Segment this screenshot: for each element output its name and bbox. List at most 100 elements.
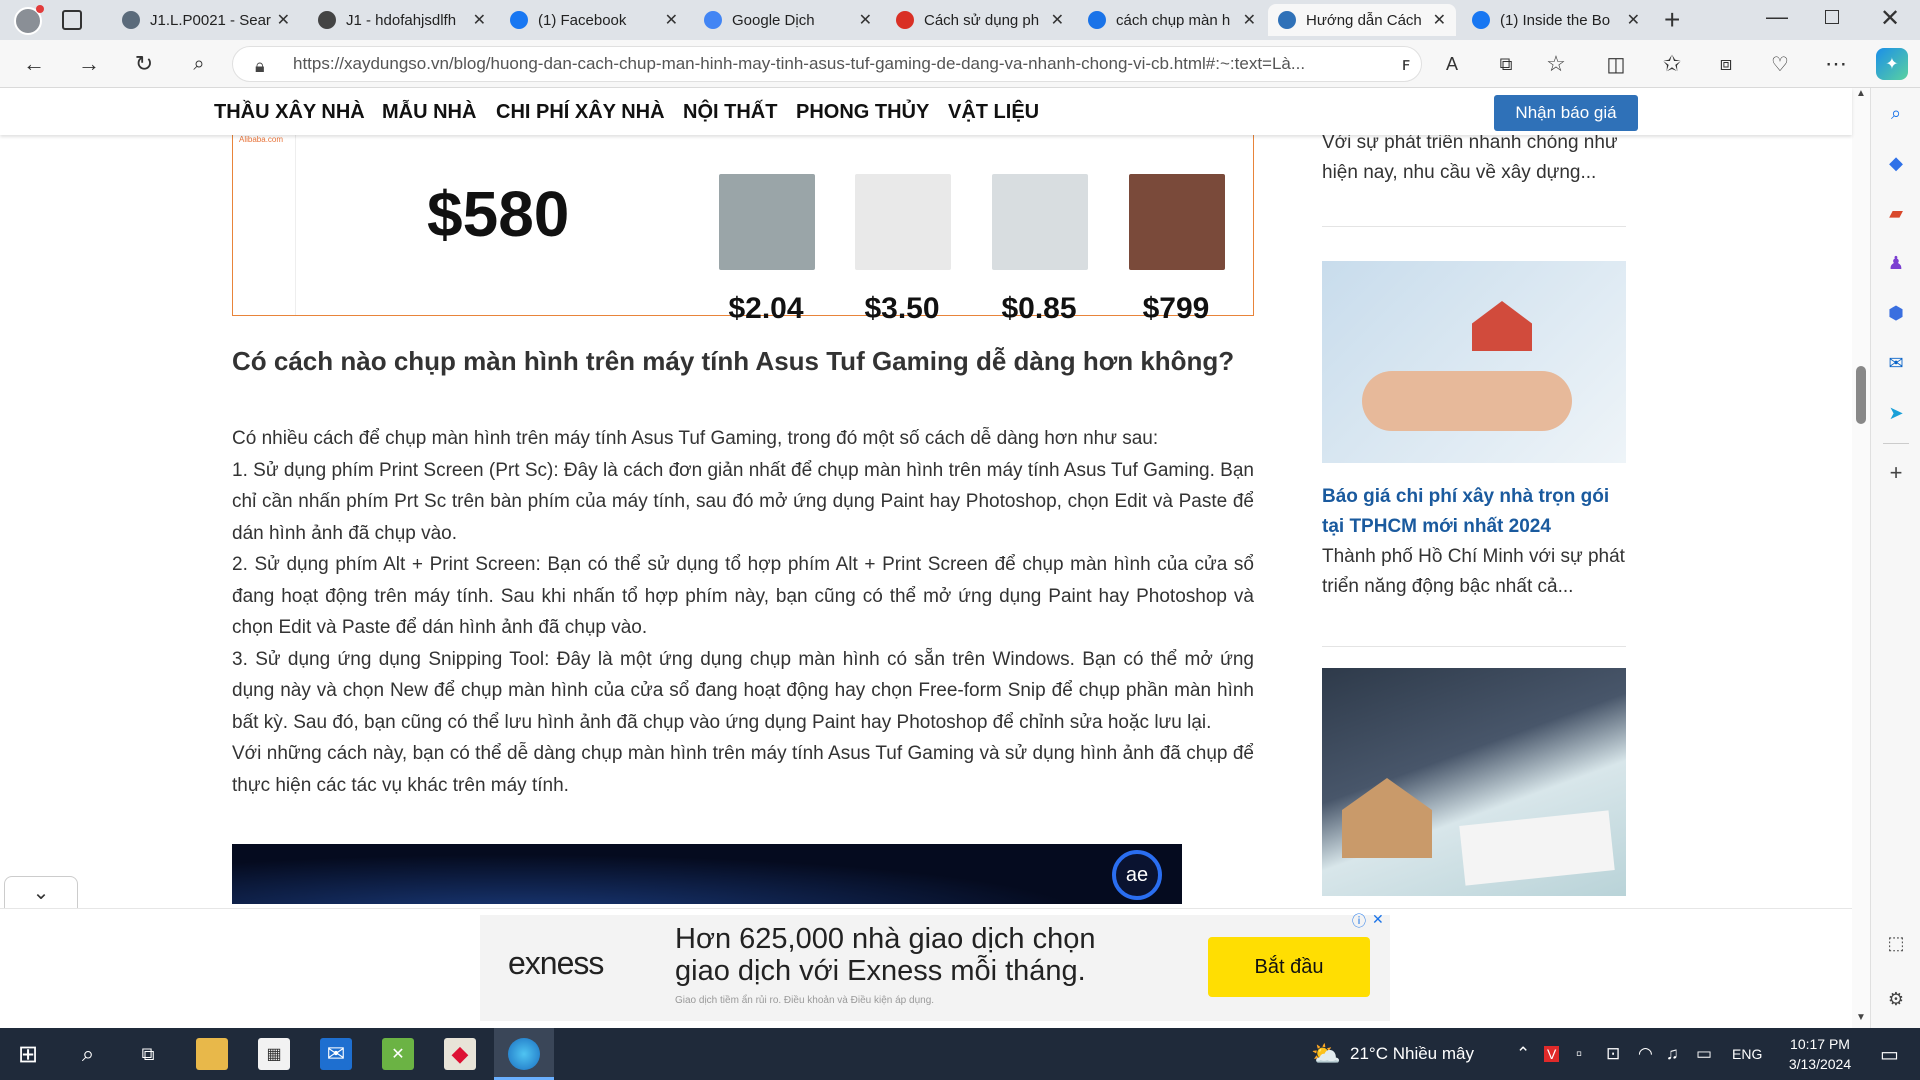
lock-icon[interactable]: 🔒︎	[255, 56, 265, 77]
browser-tab[interactable]: Hướng dẫn Cách ✕	[1268, 4, 1456, 36]
browser-tab[interactable]: cách chụp màn h ✕	[1078, 4, 1266, 36]
copilot-icon[interactable]: ✦	[1876, 48, 1908, 80]
page-scrollbar[interactable]: ▲ ▼	[1852, 88, 1870, 1028]
send-icon[interactable]: ➤	[1883, 400, 1909, 426]
volume-icon[interactable]: ♫	[1666, 1044, 1679, 1064]
immersive-reader-icon[interactable]: A	[1436, 48, 1468, 80]
cube-app-icon[interactable]: ◆	[444, 1038, 476, 1070]
tab-actions-icon[interactable]	[62, 10, 82, 30]
scrollbar-thumb[interactable]	[1856, 366, 1866, 424]
ad-product-image[interactable]	[855, 174, 951, 270]
close-tab-icon[interactable]: ✕	[277, 10, 290, 30]
site-menu-item[interactable]: CHI PHÍ XÂY NHÀ	[496, 101, 665, 124]
restore-button[interactable]	[1825, 10, 1839, 24]
ad-close-icon[interactable]: ✕	[1372, 911, 1384, 928]
add-sidebar-icon[interactable]: +	[1883, 460, 1909, 486]
video-player[interactable]: ae	[232, 844, 1182, 904]
ad-headline: Hơn 625,000 nhà giao dịch chọn giao dịch…	[675, 923, 1096, 987]
browser-tab[interactable]: Google Dịch ✕	[694, 4, 882, 36]
search-icon[interactable]: ⌕	[1883, 100, 1909, 126]
screenshot-icon[interactable]: ⬚	[1883, 930, 1909, 956]
bottom-ad[interactable]: exness Hơn 625,000 nhà giao dịch chọn gi…	[0, 908, 1852, 1028]
close-tab-icon[interactable]: ✕	[1627, 10, 1640, 30]
games-icon[interactable]: ♟	[1883, 250, 1909, 276]
ad-product-image[interactable]	[1129, 174, 1225, 270]
vivaldi-tray-icon[interactable]: V	[1544, 1046, 1560, 1062]
close-window-button[interactable]: ✕	[1880, 4, 1900, 33]
weather-text[interactable]: 21°C Nhiều mây	[1350, 1044, 1474, 1064]
site-menu-item[interactable]: THẦU XÂY NHÀ	[214, 101, 365, 124]
exness-ad[interactable]: exness Hơn 625,000 nhà giao dịch chọn gi…	[480, 911, 1390, 1021]
back-button[interactable]: ←	[18, 48, 50, 80]
read-aloud-icon[interactable]: ꜰ	[1390, 48, 1422, 80]
shopping-tag-icon[interactable]: ◆	[1883, 150, 1909, 176]
show-hidden-icons[interactable]: ⌃	[1516, 1044, 1530, 1064]
file-explorer-icon[interactable]	[196, 1038, 228, 1070]
ad-product-image[interactable]	[719, 174, 815, 270]
sidebar-card-image-contract[interactable]	[1322, 668, 1626, 896]
site-menu-item[interactable]: MẪU NHÀ	[382, 101, 476, 124]
app-tray-icon[interactable]: ▫	[1576, 1044, 1582, 1064]
battery-icon[interactable]: ▭	[1696, 1044, 1712, 1064]
adchoices-icon[interactable]: ⓘ	[1352, 911, 1366, 931]
sidebar-card-image-house-hands[interactable]	[1322, 261, 1626, 463]
site-menu-item[interactable]: PHONG THỦY	[796, 101, 929, 124]
refresh-button[interactable]: ↻	[128, 48, 160, 80]
windows-start-icon[interactable]: ⊞	[12, 1038, 44, 1070]
favorites-icon[interactable]: ✩	[1656, 48, 1688, 80]
sidebar-card-title[interactable]: Báo giá chi phí xây nhà trọn gói tại TPH…	[1322, 482, 1626, 542]
browser-tab[interactable]: (1) Inside the Bo ✕	[1462, 4, 1650, 36]
language-indicator[interactable]: ENG	[1732, 1046, 1762, 1062]
search-icon[interactable]: ⌕	[72, 1038, 104, 1070]
close-tab-icon[interactable]: ✕	[1243, 10, 1256, 30]
puzzle-app-icon[interactable]: ✕	[382, 1038, 414, 1070]
microsoft365-icon[interactable]: ⬢	[1883, 300, 1909, 326]
browser-tab[interactable]: J1.L.P0021 - Sear ✕	[112, 4, 300, 36]
ad-main-price[interactable]: $580	[427, 177, 569, 251]
close-tab-icon[interactable]: ✕	[473, 10, 486, 30]
site-menu-item[interactable]: NỘI THẤT	[683, 101, 777, 124]
close-tab-icon[interactable]: ✕	[859, 10, 872, 30]
app-available-icon[interactable]: ⧉	[1490, 48, 1522, 80]
ad-product-price[interactable]: $2.04	[701, 292, 831, 326]
outlook-icon[interactable]: ✉	[1883, 350, 1909, 376]
split-screen-icon[interactable]: ◫	[1600, 48, 1632, 80]
settings-gear-icon[interactable]: ⚙	[1883, 986, 1909, 1012]
address-bar[interactable]: 🔒︎ https://xaydungso.vn/blog/huong-dan-c…	[232, 46, 1422, 82]
browser-tab[interactable]: Cách sử dụng ph ✕	[886, 4, 1074, 36]
network-status-icon[interactable]: ⊡	[1606, 1044, 1620, 1064]
notifications-icon[interactable]: ▭	[1880, 1042, 1899, 1067]
close-tab-icon[interactable]: ✕	[665, 10, 678, 30]
mail-icon[interactable]: ✉	[320, 1038, 352, 1070]
tools-icon[interactable]: ▰	[1883, 200, 1909, 226]
task-view-icon[interactable]: ⧉	[132, 1038, 164, 1070]
clock[interactable]: 10:17 PM 3/13/2024	[1780, 1034, 1860, 1074]
browser-essentials-icon[interactable]: ♡	[1764, 48, 1796, 80]
site-menu-item[interactable]: VẬT LIỆU	[948, 101, 1039, 124]
store-icon[interactable]: ▦	[258, 1038, 290, 1070]
ad-product-price[interactable]: $0.85	[974, 292, 1104, 326]
browser-tab[interactable]: J1 - hdofahjsdlfh ✕	[308, 4, 496, 36]
scroll-up-arrow[interactable]: ▲	[1856, 88, 1866, 99]
browser-tab[interactable]: (1) Facebook ✕	[500, 4, 688, 36]
minimize-button[interactable]: —	[1766, 4, 1788, 30]
wifi-icon[interactable]: ◠	[1638, 1044, 1653, 1064]
edge-taskbar-button[interactable]	[494, 1028, 554, 1080]
forward-button[interactable]: →	[73, 48, 105, 80]
more-menu-icon[interactable]: ⋯	[1820, 48, 1852, 80]
close-tab-icon[interactable]: ✕	[1051, 10, 1064, 30]
ad-product-price[interactable]: $799	[1111, 292, 1241, 326]
collections-icon[interactable]: ⧈	[1710, 48, 1742, 80]
weather-icon[interactable]: ⛅	[1310, 1038, 1342, 1070]
new-tab-button[interactable]: +	[1664, 4, 1680, 36]
ad-product-price[interactable]: $3.50	[837, 292, 967, 326]
close-tab-icon[interactable]: ✕	[1433, 10, 1446, 30]
scroll-down-arrow[interactable]: ▼	[1856, 1012, 1866, 1023]
search-icon[interactable]: ⌕	[183, 48, 215, 80]
ad-cta-button[interactable]: Bắt đầu	[1208, 937, 1370, 997]
collapse-ad-button[interactable]: ⌄	[4, 876, 78, 908]
favorite-star-icon[interactable]: ☆	[1540, 48, 1572, 80]
get-quote-button[interactable]: Nhận báo giá	[1494, 95, 1638, 131]
product-ad[interactable]: ꭤAlibaba.com $580 $2.04$3.50$0.85$799	[232, 108, 1254, 325]
ad-product-image[interactable]	[992, 174, 1088, 270]
